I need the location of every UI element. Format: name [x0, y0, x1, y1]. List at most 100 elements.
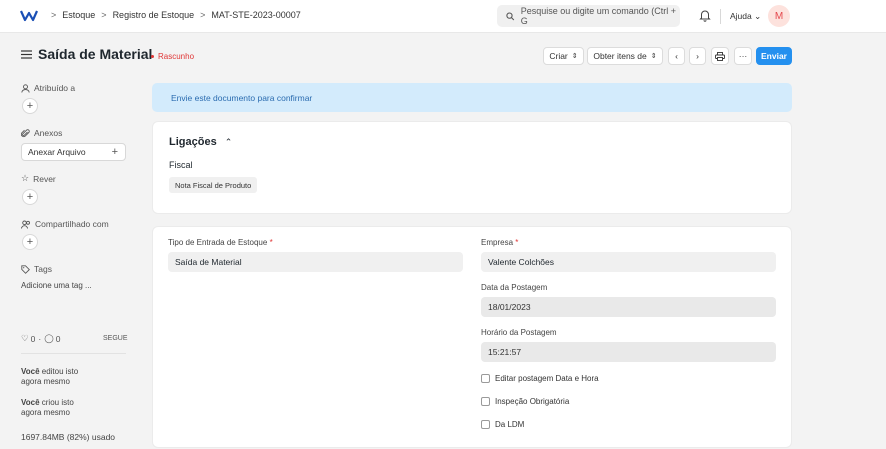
plus-icon: + — [111, 146, 118, 158]
activity-user: Você — [21, 398, 40, 407]
edit-posting-checkbox[interactable]: Editar postagem Data e Hora — [481, 374, 599, 383]
sort-icon: ⇕ — [571, 53, 578, 60]
posting-time-field[interactable]: 15:21:57 — [481, 342, 776, 362]
attach-file-button[interactable]: Anexar Arquivo + — [21, 143, 126, 161]
entry-type-label-text: Tipo de Entrada de Estoque — [168, 238, 268, 247]
inspection-required-checkbox[interactable]: Inspeção Obrigatória — [481, 397, 569, 406]
next-button[interactable]: › — [689, 47, 706, 65]
breadcrumb-item-stock-entry[interactable]: Registro de Estoque — [113, 10, 195, 20]
get-items-button[interactable]: Obter itens de ⇕ — [587, 47, 663, 65]
add-assignee-button[interactable]: + — [22, 98, 38, 114]
activity-action: editou isto — [39, 367, 79, 376]
search-icon — [506, 11, 515, 20]
shared-with-label: Compartilhado com — [35, 219, 109, 229]
separator-dot: · — [38, 333, 42, 344]
activity-item: Você criou isto agora mesmo — [21, 398, 74, 418]
assigned-to-label: Atribuído a — [34, 83, 76, 93]
posting-date-field[interactable]: 18/01/2023 — [481, 297, 776, 317]
breadcrumb-item-document[interactable]: MAT-STE-2023-00007 — [211, 10, 300, 20]
plus-icon: + — [26, 191, 34, 203]
print-button[interactable] — [711, 47, 729, 65]
tags-label: Tags — [34, 264, 52, 274]
likes-count: 0 — [30, 333, 36, 344]
search-placeholder: Pesquise ou digite um comando (Ctrl + G — [520, 6, 677, 26]
connections-card: Ligações ⌃ Fiscal Nota Fiscal de Produto — [152, 121, 792, 214]
connections-title: Ligações — [169, 136, 217, 148]
comment-icon[interactable]: ◯ — [44, 333, 54, 344]
app-logo-icon[interactable] — [19, 9, 39, 24]
more-actions-button[interactable]: ··· — [734, 47, 752, 65]
from-bom-checkbox[interactable]: Da LDM — [481, 420, 524, 429]
breadcrumb-item-stock[interactable]: Estoque — [62, 10, 95, 20]
edit-posting-label: Editar postagem Data e Hora — [495, 374, 599, 383]
printer-icon — [715, 51, 725, 61]
user-icon — [21, 83, 30, 93]
chevron-right-icon: > — [200, 10, 206, 20]
required-marker: * — [515, 238, 519, 247]
avatar[interactable]: M — [768, 5, 790, 27]
add-share-button[interactable]: + — [22, 234, 38, 250]
attach-file-label: Anexar Arquivo — [28, 147, 86, 157]
star-icon: ☆ — [21, 173, 30, 183]
nav-divider — [720, 9, 721, 24]
breadcrumb: > Estoque > Registro de Estoque > MAT-ST… — [45, 10, 301, 20]
users-icon — [21, 220, 30, 229]
sidebar-divider — [21, 353, 126, 354]
chevron-right-icon: > — [51, 10, 57, 20]
tag-icon — [21, 264, 30, 274]
search-input[interactable]: Pesquise ou digite um comando (Ctrl + G — [497, 5, 680, 27]
add-review-button[interactable]: + — [22, 189, 38, 205]
activity-action: criou isto — [39, 398, 74, 407]
heart-icon[interactable]: ♡ — [21, 333, 29, 344]
chevron-down-icon: ⌄ — [754, 11, 762, 21]
status-badge: Rascunho — [151, 52, 194, 61]
memory-usage: 1697.84MB (82%) usado — [21, 432, 116, 442]
activity-time: agora mesmo — [21, 377, 70, 386]
entry-type-label: Tipo de Entrada de Estoque * — [168, 238, 273, 247]
add-tag-link[interactable]: Adicione uma tag ... — [21, 281, 92, 291]
get-items-label: Obter itens de — [593, 51, 647, 61]
help-label: Ajuda — [730, 11, 752, 21]
follow-button[interactable]: SEGUE — [103, 334, 128, 344]
checkbox-box[interactable] — [481, 420, 490, 429]
connections-header[interactable]: Ligações ⌃ — [169, 136, 232, 148]
sort-icon: ⇕ — [650, 53, 657, 60]
comments-count: 0 — [55, 333, 61, 344]
sidebar-toggle-icon[interactable] — [21, 50, 32, 61]
attachments-section: Anexos — [21, 128, 62, 138]
activity-user: Você — [21, 367, 40, 376]
connections-group-fiscal: Fiscal — [169, 160, 193, 170]
review-label: Rever — [33, 173, 56, 184]
posting-date-label: Data da Postagem — [481, 283, 548, 292]
paperclip-icon — [21, 128, 30, 137]
assigned-to-section: Atribuído a — [21, 83, 75, 93]
help-dropdown[interactable]: Ajuda ⌄ — [730, 11, 761, 22]
activity-item: Você editou isto agora mesmo — [21, 367, 78, 387]
create-label: Criar — [549, 51, 568, 61]
chevron-right-icon: > — [101, 10, 107, 20]
notification-bell-icon[interactable] — [699, 9, 711, 24]
required-marker: * — [269, 238, 273, 247]
company-label-text: Empresa — [481, 238, 514, 247]
chevron-left-icon: ‹ — [675, 51, 678, 61]
activity-time: agora mesmo — [21, 408, 70, 417]
checkbox-box[interactable] — [481, 397, 490, 406]
checkbox-box[interactable] — [481, 374, 490, 383]
review-section: ☆ Rever — [21, 173, 56, 184]
chevron-up-icon: ⌃ — [224, 136, 233, 147]
connection-link-invoice[interactable]: Nota Fiscal de Produto — [169, 177, 258, 193]
company-label: Empresa * — [481, 238, 518, 247]
entry-type-field[interactable]: Saída de Material — [168, 252, 463, 272]
from-bom-label: Da LDM — [495, 420, 525, 429]
shared-with-section: Compartilhado com — [21, 219, 109, 229]
plus-icon: + — [26, 236, 34, 248]
page-title: Saída de Material — [38, 46, 153, 62]
create-button[interactable]: Criar ⇕ — [543, 47, 584, 65]
submit-button[interactable]: Enviar — [756, 47, 792, 65]
navbar: > Estoque > Registro de Estoque > MAT-ST… — [0, 0, 886, 33]
banner-text: Envie este documento para confirmar — [171, 92, 313, 103]
attachments-label: Anexos — [34, 128, 63, 138]
company-field[interactable]: Valente Colchões — [481, 252, 776, 272]
inspection-required-label: Inspeção Obrigatória — [495, 397, 570, 406]
previous-button[interactable]: ‹ — [668, 47, 685, 65]
